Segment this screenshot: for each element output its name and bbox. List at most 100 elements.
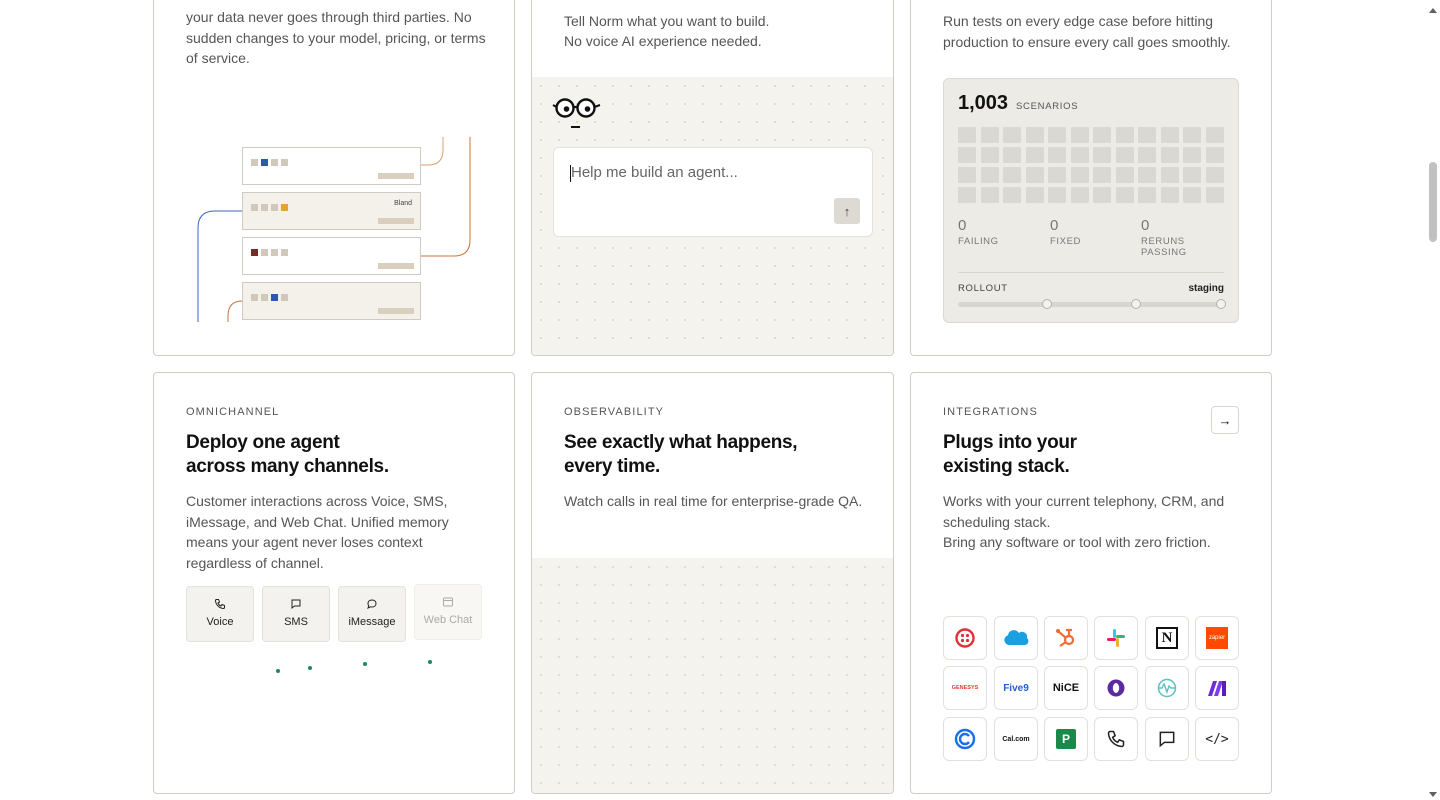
slider-stop-2[interactable] [1131,299,1141,309]
scenario-cell [1160,167,1179,183]
slider-stop-3[interactable] [1216,299,1226,309]
p-logo-icon[interactable]: P [1044,717,1088,761]
scenario-cell [1205,167,1224,183]
scenario-cell [1183,127,1201,143]
scenario-cell [958,167,976,183]
make-icon[interactable] [1195,666,1239,710]
observability-card: OBSERVABILITY See exactly what happens, … [531,372,894,794]
scenario-cell [1025,167,1044,183]
scenario-cell [1205,187,1224,203]
testing-description: Run tests on every edge case before hitt… [943,13,1231,50]
scenario-cell [1160,127,1179,143]
status-dot [276,669,280,673]
builder-description-2: No voice AI experience needed. [564,33,762,49]
observability-heading-1: See exactly what happens, [564,432,798,453]
wave-logo-icon[interactable] [1145,666,1189,710]
omnichannel-heading-1: Deploy one agent [186,432,340,453]
calendly-icon[interactable] [943,717,987,761]
integrations-description-1: Works with your current telephony, CRM, … [943,493,1225,530]
scenario-cell [1115,147,1134,163]
scenario-cell [958,127,976,143]
zapier-icon[interactable]: zapier [1195,616,1239,660]
scenario-cell [1048,167,1066,183]
phone-icon[interactable] [1094,717,1138,761]
scenario-cell [1205,147,1224,163]
security-description: your data never goes through third parti… [186,9,486,66]
integrations-heading-1: Plugs into your [943,432,1077,453]
scenario-cell [1138,187,1156,203]
scenario-cell [1070,167,1089,183]
integrations-arrow-button[interactable]: → [1211,406,1239,434]
scenario-cell [1025,127,1044,143]
integrations-description-2: Bring any software or tool with zero fri… [943,534,1211,550]
channel-voice[interactable]: Voice [186,586,254,642]
message-icon [263,598,329,612]
rollout-slider[interactable] [958,299,1226,309]
slack-icon[interactable] [1094,616,1138,660]
omnichannel-heading-2: across many channels. [186,456,389,477]
send-button[interactable]: ↑ [834,198,860,224]
scenario-cell [1070,147,1089,163]
genesys-icon[interactable]: GENESYS [943,666,987,710]
channel-sms[interactable]: SMS [262,586,330,642]
twilio-icon[interactable] [943,616,987,660]
channel-imessage[interactable]: iMessage [338,586,406,642]
server-row-2: Bland [242,192,421,230]
failing-label: FAILING [958,236,999,247]
observability-canvas [532,558,893,793]
channel-webchat-label: Web Chat [423,614,473,626]
scenario-cell [1138,127,1156,143]
integrations-eyebrow: INTEGRATIONS [943,406,1038,418]
browser-icon [415,596,481,610]
arrow-up-icon: ↑ [843,203,851,219]
server-row-4 [242,282,421,320]
scenario-cell [1160,147,1179,163]
prompt-box[interactable]: Help me build an agent... ↑ [553,147,873,237]
server-row-3 [242,237,421,275]
calcom-icon[interactable]: Cal.com [994,717,1038,761]
scenario-cell [1205,127,1224,143]
scenario-cell [1048,127,1066,143]
scenario-cell [958,147,976,163]
salesforce-icon[interactable] [994,616,1038,660]
hubspot-icon[interactable] [1044,616,1088,660]
scenario-grid [958,127,1224,203]
omnichannel-description: Customer interactions across Voice, SMS,… [186,493,449,571]
scenario-cell [1003,167,1021,183]
status-dot [363,662,367,666]
code-icon[interactable]: </> [1195,717,1239,761]
omnichannel-card: OMNICHANNEL Deploy one agent across many… [153,372,515,794]
scenarios-count: 1,003 [958,92,1009,114]
bland-label: Bland [394,200,412,207]
scroll-up-arrow[interactable] [1429,8,1437,13]
builder-description-1: Tell Norm what you want to build. [564,13,770,29]
scrollbar[interactable] [1426,0,1440,800]
scenario-cell [1003,127,1021,143]
failing-count: 0 [958,217,967,234]
arrow-right-icon: → [1218,412,1232,428]
prompt-input[interactable]: Help me build an agent... [571,164,738,181]
rollout-stage: staging [1188,283,1224,294]
scenario-cell [1048,187,1066,203]
scrollbar-thumb[interactable] [1429,162,1437,242]
five9-icon[interactable]: Five9 [994,666,1038,710]
scenario-cell [1093,147,1111,163]
observability-eyebrow: OBSERVABILITY [564,406,665,418]
channel-imessage-label: iMessage [348,616,396,628]
slider-stop-1[interactable] [1042,299,1052,309]
notion-icon[interactable]: N [1145,616,1189,660]
phone-icon [187,598,253,612]
o-logo-icon[interactable] [1094,666,1138,710]
channel-sms-label: SMS [284,616,308,628]
scenario-cell [1003,147,1021,163]
divider [958,272,1224,273]
scenario-cell [980,147,999,163]
channel-webchat[interactable]: Web Chat [414,584,482,640]
scenario-cell [1115,187,1134,203]
scroll-down-arrow[interactable] [1429,792,1437,797]
chat-icon[interactable] [1145,717,1189,761]
scenario-cell [1115,167,1134,183]
observability-heading-2: every time. [564,456,660,477]
nice-icon[interactable]: NiCE [1044,666,1088,710]
scenario-cell [1138,167,1156,183]
